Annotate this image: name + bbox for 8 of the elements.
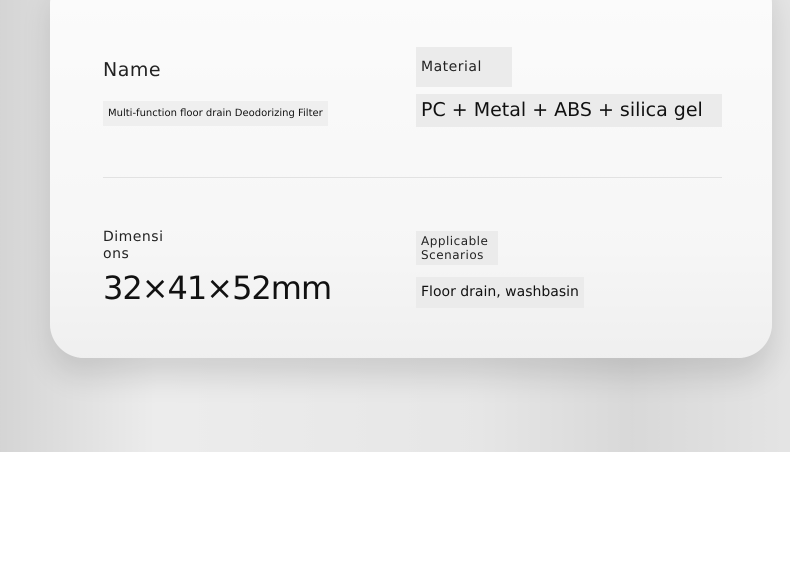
spec-value: Floor drain, washbasin [416, 276, 584, 308]
spec-value: PC + Metal + ABS + silica gel [416, 94, 722, 127]
spec-label: Name [103, 58, 162, 83]
spec-label: Dimensions [103, 228, 164, 263]
spec-label: Applicable Scenarios [416, 230, 498, 265]
spec-label: Material [416, 47, 512, 87]
spec-value: Multi-function floor drain Deodorizing Filter [103, 101, 328, 126]
spec-value: 32×41×52mm [103, 268, 332, 307]
